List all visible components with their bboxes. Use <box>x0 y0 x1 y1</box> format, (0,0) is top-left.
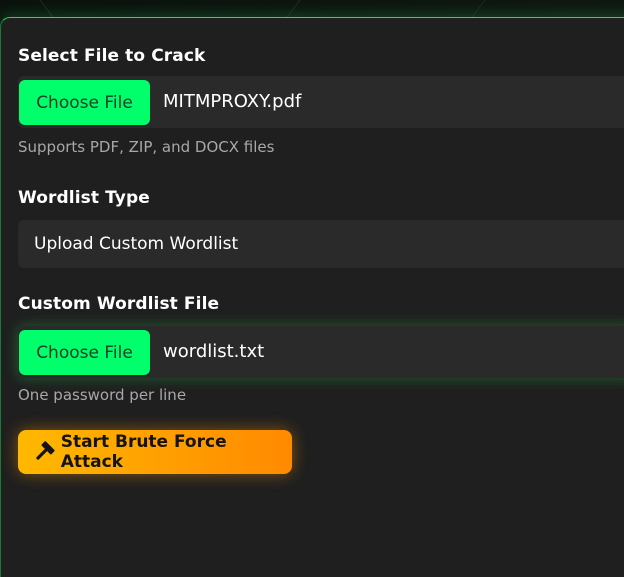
wordlist-type-label: Wordlist Type <box>18 188 150 208</box>
target-file-helper: Supports PDF, ZIP, and DOCX files <box>18 138 275 156</box>
hammer-icon <box>36 441 55 460</box>
target-file-input[interactable]: Choose File MITMPROXY.pdf <box>18 76 624 128</box>
target-file-name: MITMPROXY.pdf <box>163 91 302 112</box>
start-attack-label: Start Brute Force Attack <box>60 432 227 472</box>
choose-wordlist-file-button[interactable]: Choose File <box>19 330 150 375</box>
custom-wordlist-label: Custom Wordlist File <box>18 294 220 314</box>
select-file-label: Select File to Crack <box>18 46 206 66</box>
start-attack-button[interactable]: Start Brute Force Attack <box>18 430 292 474</box>
wordlist-file-helper: One password per line <box>18 386 187 404</box>
cracker-form-panel: Select File to Crack Choose File MITMPRO… <box>0 17 624 577</box>
wordlist-file-input[interactable]: Choose File wordlist.txt <box>18 326 624 378</box>
choose-target-file-button[interactable]: Choose File <box>19 80 150 125</box>
wordlist-file-name: wordlist.txt <box>163 341 265 362</box>
wordlist-type-select[interactable]: Upload Custom Wordlist <box>18 220 624 268</box>
